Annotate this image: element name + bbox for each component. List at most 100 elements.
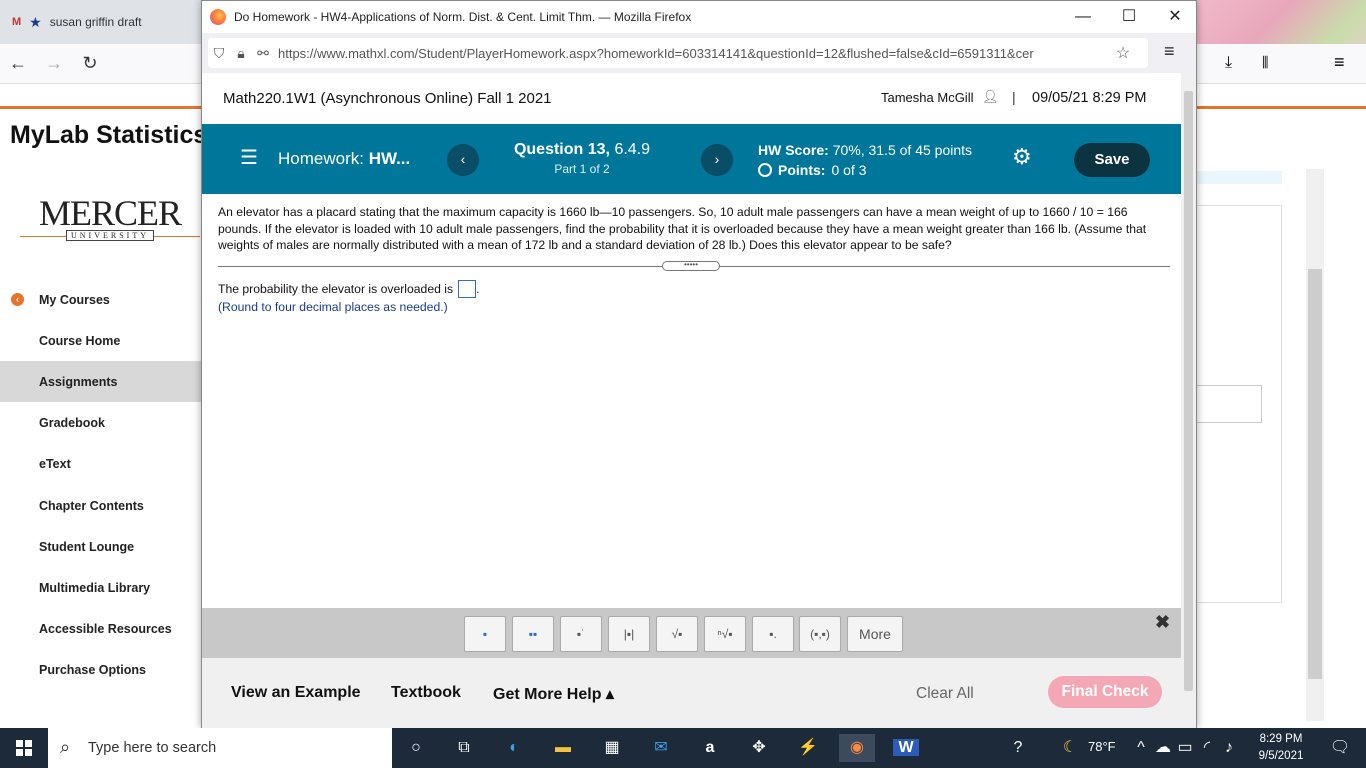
permissions-icon[interactable]: ⚯ [252, 45, 274, 62]
bg-menu-icon[interactable]: ≡ [1334, 52, 1345, 73]
homework-popup-window: Do Homework - HW4-Applications of Norm. … [201, 0, 1197, 728]
more-button[interactable]: More [847, 616, 903, 652]
answer-input[interactable] [458, 280, 477, 298]
decimal-button[interactable]: ▪. [752, 616, 794, 652]
close-toolbar-icon[interactable]: ✖ [1155, 612, 1170, 633]
hamburger-menu-icon[interactable]: ☰ [240, 148, 258, 168]
moon-icon: ☾ [1062, 739, 1078, 756]
sidebar-item-multimedia-library[interactable]: Multimedia Library [0, 567, 202, 608]
sidebar-item-label: Gradebook [39, 415, 105, 430]
user-icon[interactable]: 👤︎ [982, 89, 999, 105]
sidebar-item-chapter-contents[interactable]: Chapter Contents [0, 485, 202, 526]
lock-icon[interactable]: 🔒︎ [230, 45, 252, 62]
square-root-button[interactable]: √▪ [656, 616, 698, 652]
windows-taskbar: ⌕ Type here to search ○ ⧉ ◐ ▬ ▦ ✉ a ✥ ⚡ … [0, 728, 1366, 768]
star-favicon-icon: ★ [29, 13, 42, 30]
mixed-number-button[interactable]: ▪▪ [512, 616, 554, 652]
sidebar-item-course-home[interactable]: Course Home [0, 320, 202, 361]
popup-scrollbar[interactable] [1181, 73, 1196, 728]
bg-scroll-thumb[interactable] [1308, 269, 1322, 679]
header-datetime: 09/05/21 8:29 PM [1032, 90, 1147, 106]
hw-score: HW Score: 70%, 31.5 of 45 points [758, 142, 972, 158]
points-label: Points: [778, 162, 826, 178]
popup-scroll-thumb[interactable] [1184, 91, 1193, 691]
popup-menu-icon[interactable]: ≡ [1164, 41, 1175, 62]
download-icon[interactable]: ⤓ [1225, 54, 1232, 72]
question-part: Part 1 of 2 [554, 162, 610, 176]
dropbox-icon[interactable]: ✥ [741, 734, 777, 762]
chevron-up-icon[interactable]: ^ [1130, 734, 1152, 762]
gear-icon[interactable]: ⚙ [1012, 146, 1032, 168]
word-icon[interactable]: W [888, 734, 924, 762]
mail-icon[interactable]: ✉ [643, 734, 679, 762]
sidebar-item-student-lounge[interactable]: Student Lounge [0, 526, 202, 567]
back-icon[interactable]: ← [0, 53, 36, 74]
ordered-pair-button[interactable]: (▪,▪) [799, 616, 841, 652]
brand-title: MyLab Statistics [10, 121, 208, 149]
sidebar-item-purchase-options[interactable]: Purchase Options [0, 649, 202, 690]
help-icon[interactable]: ? [1000, 734, 1036, 762]
cloud-icon[interactable]: ☁ [1152, 734, 1174, 762]
sidebar-item-assignments[interactable]: Assignments [0, 361, 202, 402]
sidebar-item-my-courses[interactable]: ‹ My Courses [0, 279, 202, 320]
exponent-button[interactable]: ▪˙ [560, 616, 602, 652]
url-field[interactable]: ⛉ 🔒︎ ⚯ https://www.mathxl.com/Student/Pl… [208, 38, 1148, 68]
wifi-icon[interactable]: ◜ [1196, 734, 1218, 762]
ordered-pair-icon: (▪,▪) [810, 627, 830, 641]
app-icon[interactable]: ⚡ [790, 734, 826, 762]
cortana-icon[interactable]: ○ [398, 734, 434, 762]
firefox-taskbar-icon[interactable]: ◉ [839, 734, 875, 762]
bg-tab[interactable]: M ★ susan griffin draft [0, 0, 200, 44]
next-question-button[interactable]: › [701, 144, 733, 176]
sidebar-item-label: My Courses [39, 292, 110, 307]
textbook-link[interactable]: Textbook [391, 684, 461, 702]
store-icon[interactable]: ▦ [594, 734, 630, 762]
volume-icon[interactable]: ♪ [1218, 734, 1240, 762]
bookmark-star-icon[interactable]: ☆ [1112, 43, 1134, 63]
mercer-logo: MERCER UNIVERSITY [20, 195, 200, 241]
minimize-icon[interactable]: — [1060, 1, 1106, 33]
reload-icon[interactable]: ↻ [72, 53, 108, 74]
maximize-icon[interactable]: ☐ [1106, 1, 1152, 33]
file-explorer-icon[interactable]: ▬ [545, 734, 581, 762]
close-icon[interactable]: ✕ [1152, 1, 1198, 33]
answer-suffix: . [476, 282, 480, 296]
answer-prompt: The probability the elevator is overload… [218, 282, 454, 296]
points-circle-icon [758, 163, 772, 177]
clear-all-button[interactable]: Clear All [916, 685, 974, 703]
sidebar-item-gradebook[interactable]: Gradebook [0, 402, 202, 443]
final-check-button[interactable]: Final Check [1048, 676, 1162, 708]
amazon-icon[interactable]: a [692, 734, 728, 762]
save-button[interactable]: Save [1074, 143, 1150, 177]
taskbar-clock[interactable]: 8:29 PM 9/5/2021 [1250, 731, 1312, 765]
taskbar-search[interactable]: ⌕ Type here to search [48, 728, 392, 768]
fraction-button[interactable]: ▪ [464, 616, 506, 652]
weather-temp[interactable]: 78°F [1088, 739, 1116, 754]
start-button[interactable] [0, 728, 48, 768]
view-example-link[interactable]: View an Example [231, 684, 361, 702]
forward-icon[interactable]: → [36, 53, 72, 74]
homework-title[interactable]: Homework: HW... [278, 149, 410, 169]
course-sidebar: MyLab Statistics MERCER UNIVERSITY ‹ My … [0, 109, 207, 728]
square-root-icon: √▪ [671, 627, 683, 641]
homework-label: Homework: [278, 149, 364, 168]
sidebar-item-accessible-resources[interactable]: Accessible Resources [0, 608, 202, 649]
battery-icon[interactable]: ▭ [1174, 734, 1196, 762]
sidebar-item-label: Chapter Contents [39, 498, 144, 513]
library-icon[interactable]: ⫼ [1262, 54, 1268, 71]
shield-icon[interactable]: ⛉ [208, 45, 230, 62]
nth-root-button[interactable]: ⁿ√▪ [704, 616, 746, 652]
notification-icon[interactable]: 🗨︎ [1322, 734, 1358, 762]
search-placeholder: Type here to search [88, 740, 217, 756]
get-more-help-link[interactable]: Get More Help ▴ [493, 684, 614, 704]
absolute-value-button[interactable]: |▪| [608, 616, 650, 652]
task-view-icon[interactable]: ⧉ [446, 734, 482, 762]
sidebar-item-etext[interactable]: eText [0, 443, 202, 484]
header-separator: | [1012, 89, 1016, 105]
edge-icon[interactable]: ◐ [496, 734, 532, 762]
exponent-icon: ▪˙ [576, 627, 586, 641]
chevron-left-icon: ‹ [11, 293, 24, 306]
resize-handle[interactable]: ••••• [662, 261, 720, 271]
user-name[interactable]: Tamesha McGill [881, 90, 973, 105]
previous-question-button[interactable]: ‹ [447, 144, 479, 176]
